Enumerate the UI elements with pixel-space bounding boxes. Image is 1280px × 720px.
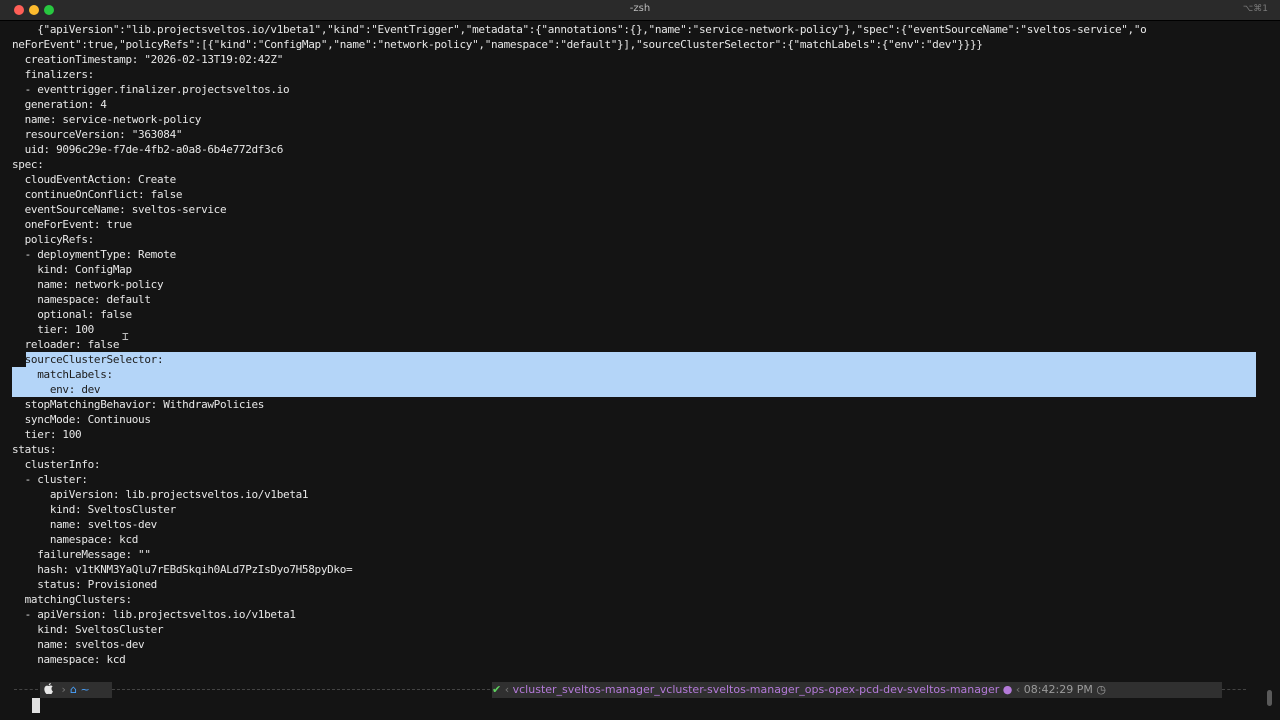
prompt-time: 08:42:29 PM [1023, 683, 1093, 696]
terminal-line: tier: 100 [12, 428, 82, 441]
prompt-filler-mid [112, 689, 490, 690]
prompt-directory: ⌂ ~ [70, 682, 112, 698]
scrollbar[interactable] [1267, 690, 1272, 706]
prompt-right-segment: ✔ ‹ vcluster_sveltos-manager_vcluster-sv… [492, 682, 1222, 698]
separator-icon: ‹ [1015, 683, 1021, 696]
terminal-line: {"apiVersion":"lib.projectsveltos.io/v1b… [12, 23, 1147, 36]
text-selection-highlight [12, 352, 1256, 397]
terminal-line: - eventtrigger.finalizer.projectsveltos.… [12, 83, 290, 96]
terminal-line: env: dev [12, 383, 101, 396]
terminal-line: name: network-policy [12, 278, 164, 291]
terminal-line: eventSourceName: sveltos-service [12, 203, 227, 216]
prompt-filler-right [1222, 689, 1246, 690]
terminal-cursor [32, 698, 40, 713]
prompt-filler-left [14, 689, 38, 690]
terminal-line: neForEvent":true,"policyRefs":[{"kind":"… [12, 38, 983, 51]
terminal-line: generation: 4 [12, 98, 107, 111]
terminal-line: status: [12, 443, 57, 456]
prompt-statusline: › ⌂ ~ ✔ ‹ vcluster_sveltos-manager_vclus… [0, 680, 1280, 700]
apple-icon: › [40, 682, 70, 698]
terminal-line: - apiVersion: lib.projectsveltos.io/v1be… [12, 608, 296, 621]
ibeam-cursor-icon: ⌶ [122, 330, 129, 343]
terminal-line: clusterInfo: [12, 458, 101, 471]
prompt-home-dir: ~ [80, 683, 90, 696]
terminal-line: tier: 100 [12, 323, 94, 336]
terminal-line: matchingClusters: [12, 593, 132, 606]
terminal-line: namespace: kcd [12, 653, 126, 666]
terminal-line: syncMode: Continuous [12, 413, 151, 426]
terminal-line: name: sveltos-dev [12, 638, 145, 651]
terminal-line: sourceClusterSelector: [12, 353, 164, 366]
terminal-line: reloader: false [12, 338, 120, 351]
terminal-line: stopMatchingBehavior: WithdrawPolicies [12, 398, 265, 411]
terminal-line: kind: ConfigMap [12, 263, 132, 276]
separator-icon: ‹ [504, 683, 510, 696]
terminal-line: status: Provisioned [12, 578, 157, 591]
terminal-line: resourceVersion: "363084" [12, 128, 183, 141]
terminal-line: uid: 9096c29e-f7de-4fb2-a0a8-6b4e772df3c… [12, 143, 284, 156]
terminal-line: cloudEventAction: Create [12, 173, 177, 186]
terminal-line: matchLabels: [12, 368, 113, 381]
home-icon: ⌂ [70, 683, 77, 696]
terminal-line: - cluster: [12, 473, 88, 486]
terminal-line: namespace: default [12, 293, 151, 306]
terminal-line: - deploymentType: Remote [12, 248, 177, 261]
terminal-line: finalizers: [12, 68, 95, 81]
clock-icon: ◷ [1096, 683, 1106, 696]
terminal-line: continueOnConflict: false [12, 188, 183, 201]
kube-context: vcluster_sveltos-manager_vcluster-svelto… [512, 683, 1000, 696]
terminal-line: oneForEvent: true [12, 218, 132, 231]
terminal-line: optional: false [12, 308, 132, 321]
terminal-line: policyRefs: [12, 233, 95, 246]
terminal-line: apiVersion: lib.projectsveltos.io/v1beta… [12, 488, 309, 501]
terminal-line: spec: [12, 158, 44, 171]
window-shortcut: ⌥⌘1 [1242, 4, 1268, 14]
terminal-output[interactable]: {"apiVersion":"lib.projectsveltos.io/v1b… [0, 20, 1280, 682]
kube-context-icon: ● [1002, 683, 1013, 696]
terminal-line: failureMessage: "" [12, 548, 151, 561]
window-titlebar: -zsh ⌥⌘1 [0, 0, 1280, 21]
terminal-line: kind: SveltosCluster [12, 503, 176, 516]
terminal-line: creationTimestamp: "2026-02-13T19:02:42Z… [12, 53, 284, 66]
status-ok-icon: ✔ [492, 683, 502, 696]
terminal-line: kind: SveltosCluster [12, 623, 164, 636]
window-title: -zsh [629, 3, 651, 14]
terminal-line: name: service-network-policy [12, 113, 202, 126]
terminal-line: hash: v1tKNM3YaQlu7rEBdSkqih0ALd7PzIsDyo… [12, 563, 353, 576]
terminal-line: name: sveltos-dev [12, 518, 157, 531]
terminal-line: namespace: kcd [12, 533, 139, 546]
